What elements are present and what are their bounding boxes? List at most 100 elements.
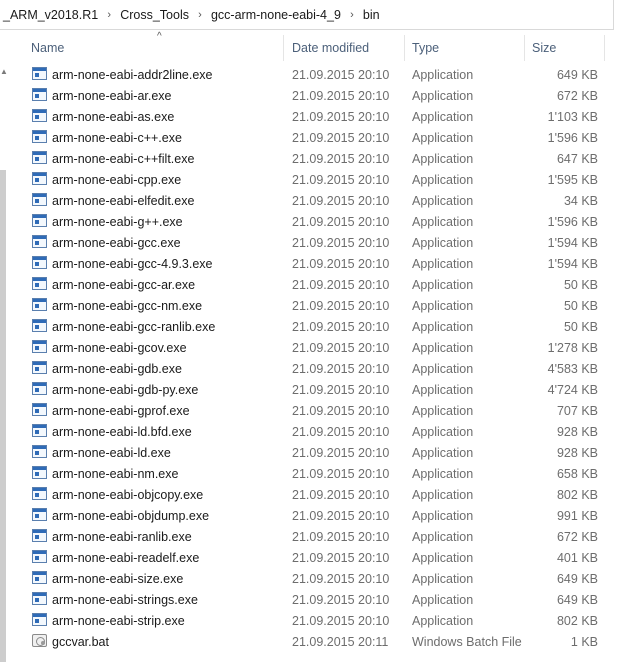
application-icon: [32, 613, 47, 626]
file-type: Application: [412, 173, 474, 187]
file-row[interactable]: arm-none-eabi-nm.exe 21.09.2015 20:10 Appl…: [0, 463, 632, 484]
file-name: arm-none-eabi-objdump.exe: [52, 509, 210, 523]
application-icon: [32, 319, 47, 332]
column-header-size[interactable]: Size: [532, 41, 556, 55]
file-type: Application: [412, 488, 474, 502]
file-name: arm-none-eabi-addr2line.exe: [52, 68, 213, 82]
file-row[interactable]: arm-none-eabi-readelf.exe 21.09.2015 20:1…: [0, 547, 632, 568]
breadcrumb-item-gcc-folder[interactable]: gcc-arm-none-eabi-4_9: [209, 8, 343, 22]
file-type: Application: [412, 278, 474, 292]
file-row[interactable]: arm-none-eabi-gcc-ar.exe 21.09.2015 20:10…: [0, 274, 632, 295]
application-icon: [32, 571, 47, 584]
file-row[interactable]: arm-none-eabi-gdb-py.exe 21.09.2015 20:10…: [0, 379, 632, 400]
file-name: arm-none-eabi-g++.exe: [52, 215, 183, 229]
column-header-type[interactable]: Type: [412, 41, 439, 55]
file-date-modified: 21.09.2015 20:10: [292, 320, 390, 334]
file-type: Application: [412, 194, 474, 208]
file-row[interactable]: arm-none-eabi-gcc-4.9.3.exe 21.09.2015 20…: [0, 253, 632, 274]
breadcrumb-item-cross-tools[interactable]: Cross_Tools: [118, 8, 191, 22]
file-row[interactable]: arm-none-eabi-gcov.exe 21.09.2015 20:10 Ap…: [0, 337, 632, 358]
file-row[interactable]: arm-none-eabi-gprof.exe 21.09.2015 20:10 A…: [0, 400, 632, 421]
file-date-modified: 21.09.2015 20:10: [292, 173, 390, 187]
file-row[interactable]: arm-none-eabi-ld.bfd.exe 21.09.2015 20:10…: [0, 421, 632, 442]
file-row[interactable]: arm-none-eabi-gdb.exe 21.09.2015 20:10 App…: [0, 358, 632, 379]
file-name: gccvar.bat: [52, 635, 109, 649]
file-row[interactable]: gccvar.bat 21.09.2015 20:11 Windows Batch …: [0, 631, 632, 652]
file-row[interactable]: arm-none-eabi-objcopy.exe 21.09.2015 20:1…: [0, 484, 632, 505]
address-bar[interactable]: _ARM_v2018.R1 › Cross_Tools › gcc-arm-no…: [0, 0, 614, 30]
file-name: arm-none-eabi-gcc-nm.exe: [52, 299, 203, 313]
file-type: Windows Batch File: [412, 635, 522, 649]
file-date-modified: 21.09.2015 20:10: [292, 299, 390, 313]
file-row[interactable]: arm-none-eabi-addr2line.exe 21.09.2015 20…: [0, 64, 632, 85]
file-row[interactable]: arm-none-eabi-strip.exe 21.09.2015 20:10 A…: [0, 610, 632, 631]
column-divider[interactable]: [404, 35, 405, 61]
file-row[interactable]: arm-none-eabi-objdump.exe 21.09.2015 20:1…: [0, 505, 632, 526]
breadcrumb-separator-icon[interactable]: ›: [343, 9, 361, 21]
file-row[interactable]: arm-none-eabi-strings.exe 21.09.2015 20:1…: [0, 589, 632, 610]
breadcrumb: _ARM_v2018.R1 › Cross_Tools › gcc-arm-no…: [1, 8, 382, 22]
file-size: 34 KB: [563, 194, 598, 208]
file-date-modified: 21.09.2015 20:10: [292, 152, 390, 166]
breadcrumb-separator-icon[interactable]: ›: [191, 9, 209, 21]
file-type: Application: [412, 572, 474, 586]
application-icon: [32, 214, 47, 227]
file-date-modified: 21.09.2015 20:10: [292, 467, 390, 481]
column-divider[interactable]: [283, 35, 284, 61]
file-row[interactable]: arm-none-eabi-ar.exe 21.09.2015 20:10 Appl…: [0, 85, 632, 106]
file-size: 991 KB: [556, 509, 598, 523]
file-size: 50 KB: [563, 299, 598, 313]
file-type: Application: [412, 131, 474, 145]
file-name: arm-none-eabi-gcc-ranlib.exe: [52, 320, 216, 334]
file-type: Application: [412, 509, 474, 523]
file-name: arm-none-eabi-as.exe: [52, 110, 175, 124]
breadcrumb-separator-icon[interactable]: ›: [100, 9, 118, 21]
file-name: arm-none-eabi-size.exe: [52, 572, 184, 586]
column-header-date-modified[interactable]: Date modified: [292, 41, 369, 55]
file-row[interactable]: arm-none-eabi-c++.exe 21.09.2015 20:10 App…: [0, 127, 632, 148]
file-size: 1'594 KB: [547, 236, 598, 250]
file-type: Application: [412, 614, 474, 628]
file-row[interactable]: arm-none-eabi-elfedit.exe 21.09.2015 20:1…: [0, 190, 632, 211]
file-type: Application: [412, 551, 474, 565]
file-date-modified: 21.09.2015 20:10: [292, 593, 390, 607]
column-header-name[interactable]: Name: [31, 41, 64, 55]
file-row[interactable]: arm-none-eabi-cpp.exe 21.09.2015 20:10 App…: [0, 169, 632, 190]
file-row[interactable]: arm-none-eabi-as.exe 21.09.2015 20:10 Appl…: [0, 106, 632, 127]
breadcrumb-item-arm-v2018[interactable]: _ARM_v2018.R1: [1, 8, 100, 22]
file-type: Application: [412, 110, 474, 124]
file-row[interactable]: arm-none-eabi-ranlib.exe 21.09.2015 20:10…: [0, 526, 632, 547]
file-date-modified: 21.09.2015 20:10: [292, 572, 390, 586]
sort-ascending-icon: ^: [157, 31, 162, 42]
column-divider[interactable]: [524, 35, 525, 61]
file-date-modified: 21.09.2015 20:10: [292, 89, 390, 103]
file-size: 928 KB: [556, 446, 598, 460]
file-type: Application: [412, 383, 474, 397]
file-type: Application: [412, 530, 474, 544]
file-size: 802 KB: [556, 614, 598, 628]
file-size: 50 KB: [563, 278, 598, 292]
file-row[interactable]: arm-none-eabi-gcc.exe 21.09.2015 20:10 App…: [0, 232, 632, 253]
file-size: 707 KB: [556, 404, 598, 418]
file-date-modified: 21.09.2015 20:10: [292, 614, 390, 628]
file-row[interactable]: arm-none-eabi-gcc-ranlib.exe 21.09.2015 2…: [0, 316, 632, 337]
file-name: arm-none-eabi-c++filt.exe: [52, 152, 195, 166]
file-row[interactable]: arm-none-eabi-g++.exe 21.09.2015 20:10 App…: [0, 211, 632, 232]
application-icon: [32, 361, 47, 374]
batch-file-icon: [32, 634, 47, 647]
file-type: Application: [412, 467, 474, 481]
application-icon: [32, 109, 47, 122]
file-type: Application: [412, 362, 474, 376]
file-name: arm-none-eabi-gdb-py.exe: [52, 383, 199, 397]
column-divider[interactable]: [604, 35, 605, 61]
file-size: 1'278 KB: [547, 341, 598, 355]
application-icon: [32, 445, 47, 458]
file-row[interactable]: arm-none-eabi-size.exe 21.09.2015 20:10 Ap…: [0, 568, 632, 589]
file-size: 4'724 KB: [547, 383, 598, 397]
file-row[interactable]: arm-none-eabi-ld.exe 21.09.2015 20:10 Appl…: [0, 442, 632, 463]
file-row[interactable]: arm-none-eabi-gcc-nm.exe 21.09.2015 20:10…: [0, 295, 632, 316]
file-row[interactable]: arm-none-eabi-c++filt.exe 21.09.2015 20:1…: [0, 148, 632, 169]
application-icon: [32, 193, 47, 206]
breadcrumb-item-bin[interactable]: bin: [361, 8, 382, 22]
file-date-modified: 21.09.2015 20:10: [292, 425, 390, 439]
